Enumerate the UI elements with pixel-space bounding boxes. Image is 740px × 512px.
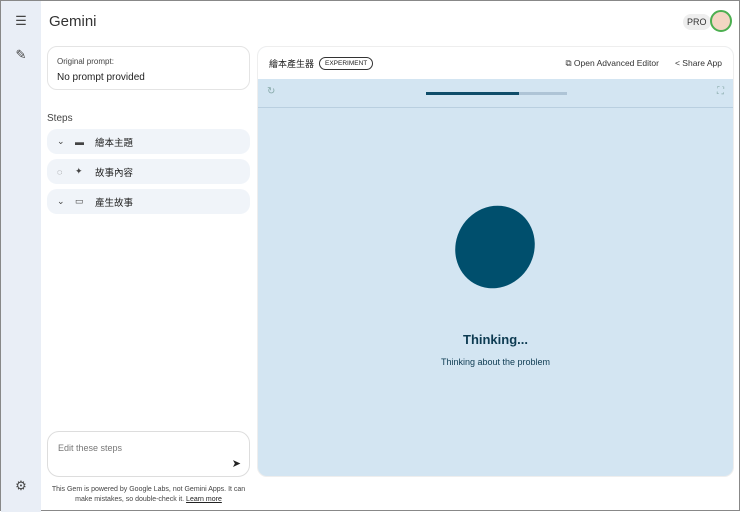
disclaimer: This Gem is powered by Google Labs, not …	[47, 485, 250, 504]
avatar[interactable]	[710, 10, 732, 32]
refresh-icon[interactable]: ↻	[267, 86, 275, 97]
app-panel-header: 繪本產生器 EXPERIMENT ⧉ Open Advanced Editor …	[258, 47, 733, 79]
open-external-icon: ⧉	[565, 57, 574, 68]
sparkle-icon: ✦	[75, 166, 83, 176]
step-item[interactable]: ⌄ ▭ 產生故事	[47, 189, 250, 214]
new-chat-icon[interactable]: ✎	[13, 47, 29, 63]
open-advanced-editor-button[interactable]: ⧉ Open Advanced Editor	[565, 58, 659, 69]
share-app-button[interactable]: < Share App	[675, 58, 722, 69]
status-text: Thinking about the problem	[440, 357, 551, 367]
window-icon: ▭	[75, 196, 84, 206]
menu-icon[interactable]: ☰	[13, 13, 29, 29]
app-title: Gemini	[49, 13, 97, 30]
preview-toolbar: ↻ ⛶	[258, 79, 733, 108]
edit-steps-input[interactable]: Edit these steps ➤	[47, 431, 250, 477]
send-icon[interactable]: ➤	[232, 457, 241, 470]
settings-icon[interactable]: ⚙	[13, 478, 29, 494]
step-item[interactable]: ⌄ ▬ 繪本主題	[47, 129, 250, 154]
share-label: Share App	[682, 57, 722, 68]
step-label: 繪本主題	[95, 137, 134, 149]
chevron-down-icon[interactable]: ⌄	[57, 196, 67, 207]
thinking-animation	[440, 191, 550, 303]
step-label: 故事內容	[95, 167, 134, 179]
app-name: 繪本產生器	[269, 58, 315, 69]
prompt-label: Original prompt:	[57, 57, 114, 66]
experiment-badge: EXPERIMENT	[319, 56, 374, 70]
learn-more-link[interactable]: Learn more	[186, 496, 222, 503]
open-editor-label: Open Advanced Editor	[573, 57, 659, 68]
chevron-down-icon[interactable]: ⌄	[57, 136, 67, 147]
prompt-value: No prompt provided	[57, 72, 145, 83]
status-title: Thinking...	[463, 332, 528, 347]
edit-steps-placeholder: Edit these steps	[58, 443, 123, 453]
side-rail: ☰ ✎ ⚙	[1, 1, 41, 512]
loading-spinner-icon: ◌	[57, 166, 63, 177]
original-prompt-card: Original prompt: No prompt provided	[47, 46, 250, 90]
fullscreen-icon[interactable]: ⛶	[717, 86, 724, 97]
list-icon: ▬	[75, 136, 84, 147]
progress-bar	[426, 92, 567, 95]
step-item[interactable]: ◌ ✦ 故事內容	[47, 159, 250, 184]
steps-heading: Steps	[47, 113, 73, 124]
pro-badge: PRO	[683, 14, 711, 30]
progress-fill	[426, 92, 520, 95]
step-label: 產生故事	[95, 197, 134, 209]
app-panel: 繪本產生器 EXPERIMENT ⧉ Open Advanced Editor …	[257, 46, 734, 477]
